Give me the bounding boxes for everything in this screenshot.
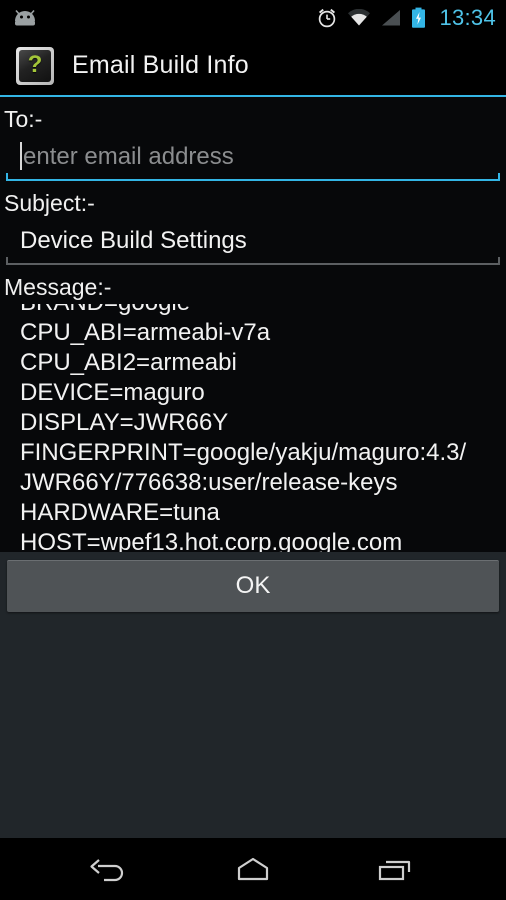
navigation-bar: [0, 838, 506, 900]
home-icon: [237, 857, 269, 881]
status-bar-clock: 13:34: [439, 5, 496, 30]
message-line: DISPLAY=JWR66Y: [20, 408, 229, 436]
subject-field-label: Subject:-: [4, 189, 95, 216]
subject-input[interactable]: Device Build Settings: [6, 220, 500, 265]
back-icon: [90, 859, 124, 882]
lower-content-area: OK: [0, 551, 506, 838]
message-line: HARDWARE=tuna: [20, 498, 220, 526]
email-build-info-app-icon: ?: [16, 46, 54, 85]
message-textarea[interactable]: BRAND=googleCPU_ABI=armeabi-v7aCPU_ABI2=…: [6, 304, 500, 552]
underline-bar: [6, 262, 500, 265]
text-caret: [20, 141, 22, 170]
message-line: DEVICE=maguro: [20, 378, 205, 406]
to-input-underline: [6, 172, 500, 181]
page-title: Email Build Info: [72, 51, 249, 79]
recents-icon: [378, 860, 411, 881]
message-field-wrap: BRAND=googleCPU_ABI=armeabi-v7aCPU_ABI2=…: [0, 304, 506, 552]
to-email-input[interactable]: enter email address: [6, 136, 500, 181]
home-button[interactable]: [213, 845, 293, 893]
message-line: HOST=wpef13.hot.corp.google.com: [20, 528, 403, 552]
message-line: CPU_ABI=armeabi-v7a: [20, 318, 271, 346]
recents-button[interactable]: [355, 845, 435, 893]
message-line: BRAND=google: [20, 304, 500, 318]
to-field-label: To:-: [4, 106, 43, 132]
android-screen: 13:34 ? Email Build Info To:- enter emai…: [0, 0, 506, 900]
underline-tick-right: [498, 172, 500, 181]
battery-charging-icon: [412, 7, 426, 28]
message-line: JWR66Y/776638:user/release-keys: [20, 468, 398, 496]
message-line: CPU_ABI2=armeabi: [20, 348, 237, 376]
ok-button[interactable]: OK: [7, 559, 499, 612]
status-bar-notifications: [12, 9, 38, 27]
question-mark-glyph: ?: [27, 50, 43, 78]
wifi-icon: [348, 9, 371, 26]
message-field-label: Message:-: [4, 273, 112, 300]
phone-shape: ?: [19, 49, 51, 82]
to-input-placeholder: enter email address: [23, 142, 234, 170]
status-bar-system-icons: 13:34: [316, 7, 496, 29]
message-lines: BRAND=googleCPU_ABI=armeabi-v7aCPU_ABI2=…: [20, 304, 500, 552]
to-field-wrap: enter email address: [0, 136, 506, 181]
android-mascot-icon: [15, 9, 35, 26]
message-line: FINGERPRINT=google/yakju/maguro:4.3/: [20, 438, 467, 466]
action-bar: ? Email Build Info: [0, 36, 506, 97]
alarm-clock-icon: [319, 8, 336, 28]
underline-bar: [6, 178, 500, 181]
cell-signal-icon: [382, 10, 401, 26]
subject-input-underline: [6, 256, 500, 265]
underline-tick-right: [498, 256, 500, 265]
status-bar: 13:34: [0, 0, 506, 36]
subject-input-value: Device Build Settings: [20, 226, 247, 254]
subject-field-wrap: Device Build Settings: [0, 220, 506, 265]
back-button[interactable]: [71, 845, 151, 893]
email-form: To:- enter email address Subject:- Devic…: [0, 97, 506, 552]
